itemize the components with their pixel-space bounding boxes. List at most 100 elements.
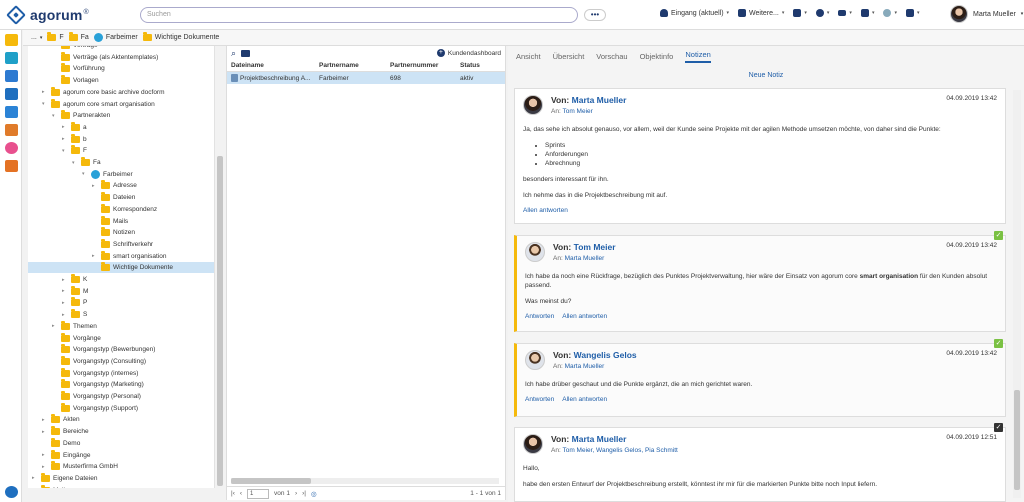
reply-all-link[interactable]: Allen antworten [562,396,607,403]
tree-item[interactable]: ▸ agorum core basic archive docform [42,86,165,98]
tree-item[interactable]: Demo [42,437,80,449]
tree-item[interactable]: Vorführung [52,63,105,74]
expand-toggle-icon[interactable]: ▾ [82,171,88,177]
tree-item[interactable]: ▸ Musterfirma GmbH [42,461,118,472]
tree-item[interactable]: ▸ Eigene Dateien [32,472,97,484]
tree-item[interactable]: Vorgangstyp (Personal) [52,391,141,402]
tree-item[interactable]: Vorlagen [52,75,99,86]
tree-item[interactable]: Vorgangstyp (Support) [52,402,138,414]
new-folder-icon[interactable] [241,49,251,57]
tree-item[interactable]: Mails [92,215,128,227]
user-menu[interactable]: Marta Mueller ▾ [950,5,1023,23]
expand-toggle-icon[interactable]: ▸ [62,136,68,142]
expand-toggle-icon[interactable]: ▸ [62,124,68,130]
expand-toggle-icon[interactable]: ▸ [42,417,48,423]
briefcase-menu-button[interactable]: ▾ [905,9,919,17]
more-button[interactable]: Weitere... ▾ [738,9,784,17]
monitor-icon[interactable] [5,88,18,100]
tree-item[interactable]: Vorgangstyp (Marketing) [52,379,144,390]
expand-toggle-icon[interactable]: ▾ [42,101,48,107]
page-input[interactable]: 1 [247,488,270,499]
tree-item[interactable]: Vorgangstyp (internes) [52,367,138,379]
tab-uebersicht[interactable]: Übersicht [553,52,585,61]
breadcrumb-item[interactable]: Fa [68,32,89,41]
column-header[interactable]: Partnernummer [390,62,460,69]
tree-item[interactable]: ▸ smart organisation [92,250,166,262]
inbox-button[interactable]: Eingang (aktuell) ▾ [660,9,729,17]
expand-toggle-icon[interactable]: ▸ [42,429,48,435]
expand-toggle-icon[interactable]: ▸ [32,487,38,488]
reply-link[interactable]: Antworten [525,396,554,403]
tab-notizen[interactable]: Notizen [685,50,711,63]
horizontal-scrollbar[interactable] [231,478,499,484]
tree-item[interactable]: ▸ Eingänge [42,449,90,461]
tree-item[interactable]: ▾ Farbeimer [82,169,133,180]
next-page-icon[interactable]: › [295,490,297,497]
breadcrumb-item[interactable]: Farbeimer [93,33,138,42]
check-icon[interactable]: ✓ [994,231,1003,240]
reply-link[interactable]: Antworten [525,313,554,320]
smiley-icon[interactable] [5,142,18,154]
expand-toggle-icon[interactable]: ▾ [62,148,68,154]
expand-toggle-icon[interactable]: ▾ [72,160,78,166]
column-header[interactable]: Status [460,62,504,69]
tab-vorschau[interactable]: Vorschau [596,52,627,61]
tree-item[interactable]: ▸ Mail [32,484,65,488]
check-icon[interactable]: ✓ [994,423,1003,432]
app-logo[interactable]: agorum ® [6,5,89,25]
table-row[interactable]: Projektbeschreibung A... Farbeimer 698 a… [227,72,505,84]
search-icon[interactable]: ⌕ [231,48,236,59]
search-input[interactable]: Suchen [140,7,578,23]
tree-item[interactable]: Notizen [92,227,135,238]
tree-item[interactable]: ▸ S [62,309,87,320]
explorer-icon[interactable] [5,34,18,46]
tree-item[interactable]: ▾ Partnerakten [52,110,110,121]
tree-item[interactable]: ▸ a [62,121,87,133]
tree-item[interactable]: Korrespondenz [92,203,157,215]
tree-item[interactable]: Verträge [52,46,98,51]
tree-item[interactable]: Vorgangstyp (Bewerbungen) [52,344,155,355]
code-icon[interactable] [5,160,18,172]
expand-toggle-icon[interactable]: ▸ [32,475,38,481]
check-icon[interactable]: ✓ [994,339,1003,348]
expand-toggle-icon[interactable]: ▸ [92,183,98,189]
tab-ansicht[interactable]: Ansicht [516,52,541,61]
tree-item[interactable]: Verträge (als Aktentemplates) [52,51,158,63]
tree-item[interactable]: ▸ Akten [42,414,80,425]
notes-scrollbar[interactable] [1013,90,1021,498]
bank-menu-button[interactable]: ▾ [860,9,874,17]
tree-scrollbar[interactable] [214,46,224,488]
tree-item[interactable]: Wichtige Dokumente [28,262,214,274]
expand-toggle-icon[interactable]: ▸ [62,288,68,294]
expand-toggle-icon[interactable]: ▸ [62,312,68,318]
new-note-button[interactable]: Neue Notiz [508,67,1024,85]
folder-menu-button[interactable]: ▾ [793,9,807,17]
tree-item[interactable]: ▸ b [62,133,87,145]
search-app-icon[interactable] [5,52,18,64]
expand-toggle-icon[interactable]: ▸ [42,89,48,95]
tree-item[interactable]: ▾ Fa [72,157,101,168]
apps-grid-icon[interactable] [5,70,18,82]
tree-item[interactable]: ▸ P [62,297,87,308]
expand-toggle-icon[interactable]: ▸ [42,452,48,458]
column-header[interactable]: Partnername [319,62,390,69]
tab-objektinfo[interactable]: Objektinfo [640,52,674,61]
expand-toggle-icon[interactable]: ▸ [92,253,98,259]
list-menu-button[interactable]: ▾ [838,10,852,16]
breadcrumb-item[interactable]: Wichtige Dokumente [142,32,219,41]
expand-toggle-icon[interactable]: ▸ [52,323,58,329]
workflow-icon[interactable] [5,124,18,136]
settings-circle-icon[interactable] [5,486,18,498]
document-icon[interactable] [5,106,18,118]
tree-item[interactable]: ▸ K [62,274,87,285]
breadcrumb-more[interactable]: ... ▾ [31,34,42,41]
last-page-icon[interactable]: ›| [302,490,306,497]
tree-item[interactable]: ▸ Themen [52,320,97,332]
reply-all-link[interactable]: Allen antworten [562,313,607,320]
tree-item[interactable]: Dateien [92,192,135,203]
tree-item[interactable]: ▸ Adresse [92,180,137,191]
refresh-icon[interactable]: ◎ [311,490,317,498]
tree-item[interactable]: ▾ agorum core smart organisation [42,98,155,110]
tree-item[interactable]: Schriftverkehr [92,238,153,250]
tree-item[interactable]: ▸ Bereiche [42,426,89,437]
